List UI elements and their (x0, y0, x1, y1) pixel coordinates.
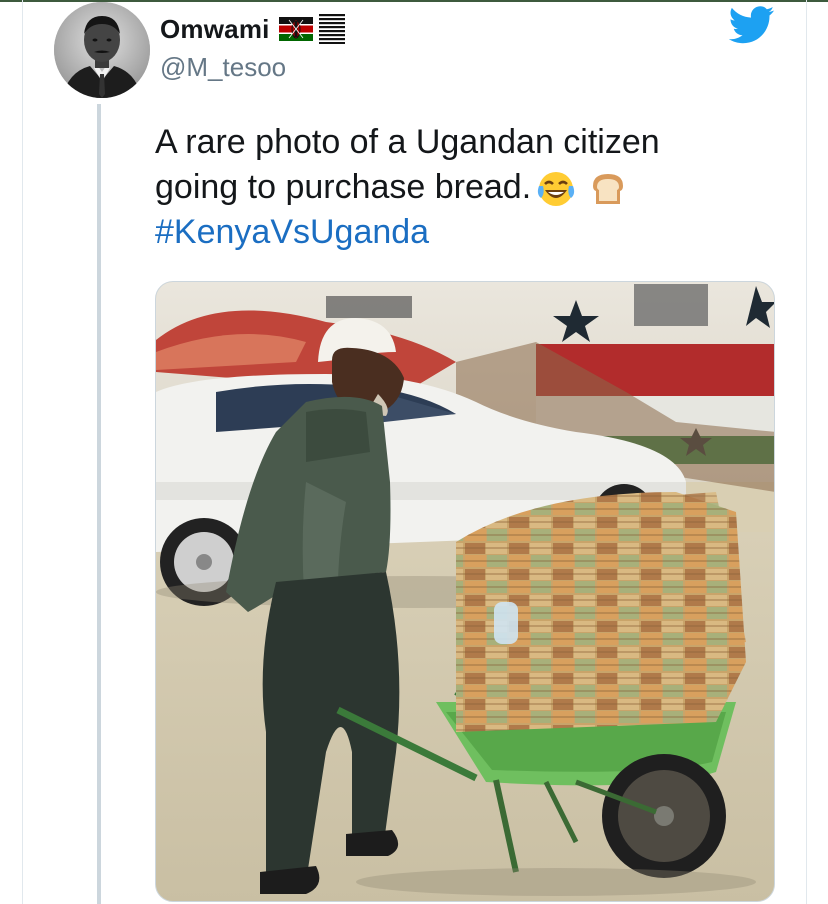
thread-connector-line (97, 104, 101, 904)
avatar[interactable] (54, 2, 150, 98)
top-divider (0, 0, 828, 2)
display-name[interactable]: Omwami (160, 14, 270, 45)
tweet-text-line-2-text: going to purchase bread. (155, 168, 532, 206)
tweet-card: Omwami @M_tesoo A rare photo of a Uganda… (0, 0, 828, 904)
avatar-portrait-image (54, 2, 150, 98)
kenya-flag-icon (278, 17, 313, 41)
face-with-tears-of-joy-icon (538, 172, 575, 207)
tweet-text-line-2: going to purchase bread. (155, 165, 795, 210)
bread-icon (593, 174, 624, 205)
list-lines-icon (318, 14, 345, 44)
tweet-text: A rare photo of a Ugandan citizen going … (155, 120, 795, 255)
twitter-bird-icon[interactable] (729, 6, 775, 44)
photo-man-with-wheelbarrow-of-cash (156, 282, 774, 901)
right-border (806, 0, 807, 904)
user-name-row: Omwami (160, 12, 345, 46)
left-border (22, 0, 23, 904)
tweet-photo[interactable] (155, 281, 775, 902)
hashtag-link[interactable]: #KenyaVsUganda (155, 210, 795, 255)
user-handle[interactable]: @M_tesoo (160, 52, 286, 83)
tweet-text-line-1: A rare photo of a Ugandan citizen (155, 123, 660, 161)
